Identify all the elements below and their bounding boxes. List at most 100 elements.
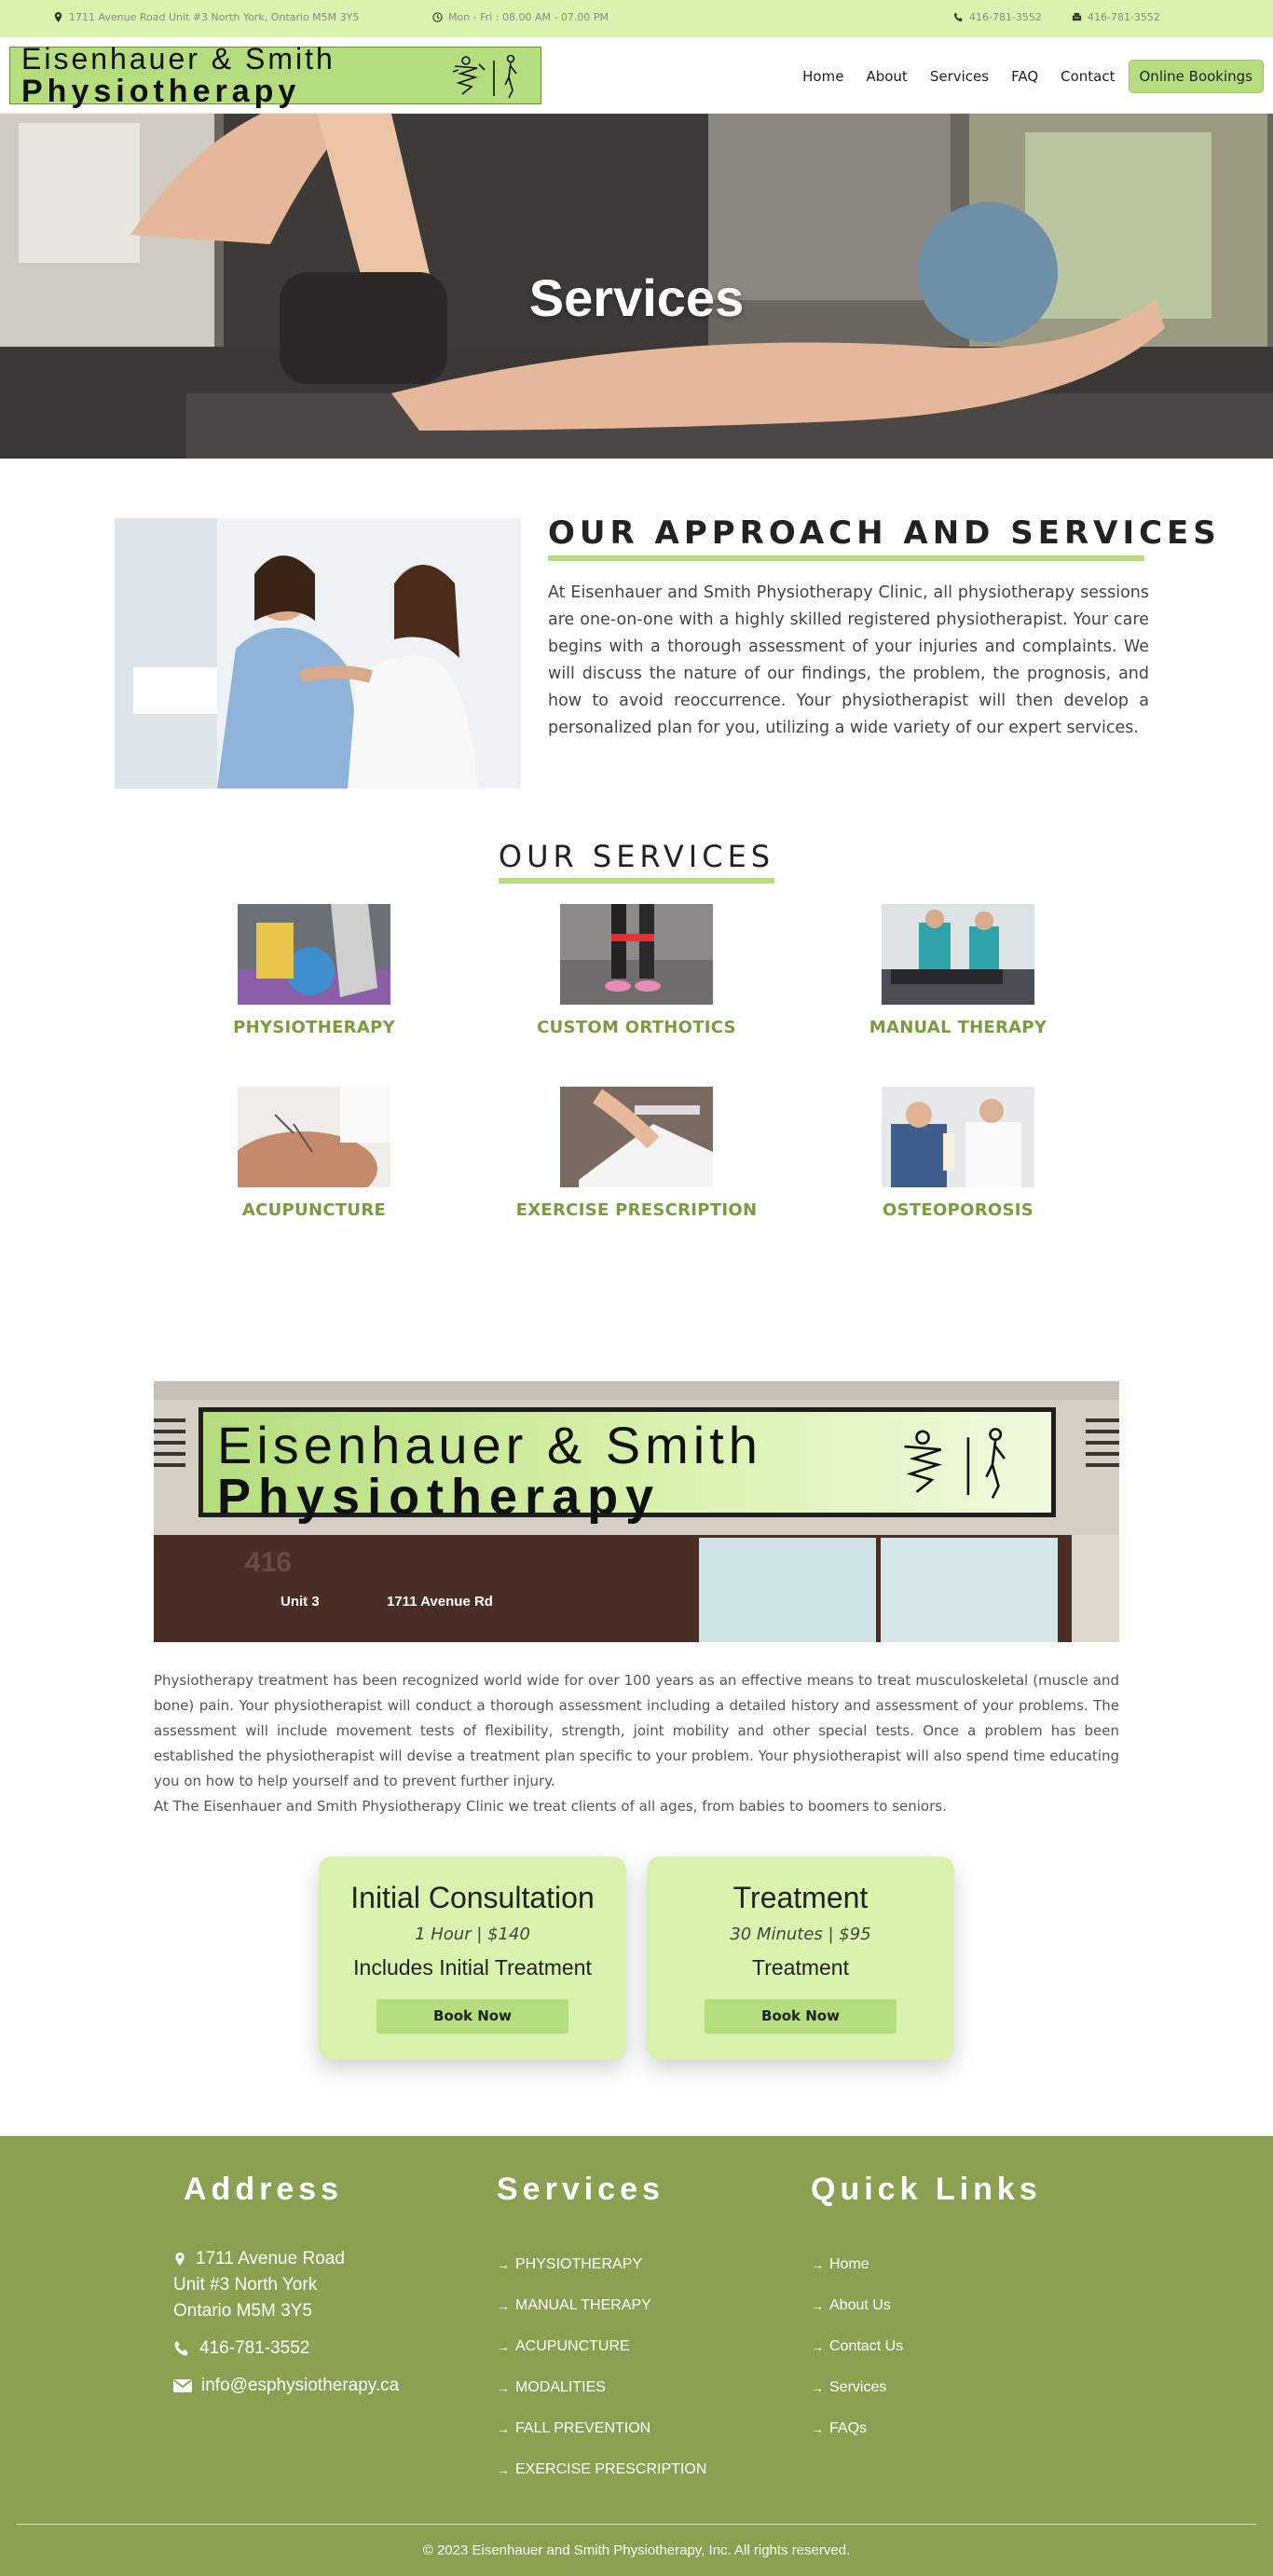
footer-phone[interactable]: 416-781-3552 [199,2336,309,2362]
custom-orthotics-thumbnail[interactable] [560,904,713,1005]
service-label[interactable]: OSTEOPOROSIS [809,1200,1107,1220]
topbar-fax[interactable]: 416-781-3552 [1072,11,1160,23]
service-card-acupuncture[interactable]: ACUPUNCTURE [165,1087,463,1220]
storefront-sign: Eisenhauer & Smith Physiotherapy [198,1407,1056,1522]
footer-service-link[interactable]: → ACUPUNCTURE [497,2326,706,2367]
exercise-prescription-thumbnail[interactable] [560,1087,713,1187]
book-now-button[interactable]: Book Now [705,1999,897,2034]
footer-service-link[interactable]: → MODALITIES [497,2367,706,2408]
logo-figures-icon [452,54,517,99]
service-label[interactable]: EXERCISE PRESCRIPTION [487,1200,786,1220]
pricing-card-duration-price: 30 Minutes | $95 [730,1925,871,1944]
arrow-right-icon: → [497,2257,510,2272]
logo-line-1: Eisenhauer & Smith [21,42,335,75]
pricing-card-includes: Includes Initial Treatment [353,1955,592,1980]
footer-quick-link[interactable]: → FAQs [811,2408,903,2449]
footer-service-link[interactable]: → MANUAL THERAPY [497,2285,706,2326]
approach-description: At Eisenhauer and Smith Physiotherapy Cl… [548,583,1149,737]
footer-link-label[interactable]: Home [829,2256,869,2273]
footer-link-label[interactable]: FAQs [829,2420,867,2437]
footer-service-label[interactable]: PHYSIOTHERAPY [515,2256,642,2273]
footer-link-label[interactable]: Services [829,2379,886,2396]
site-logo[interactable]: Eisenhauer & Smith Physiotherapy [9,42,541,109]
footer-service-label[interactable]: FALL PREVENTION [515,2420,650,2437]
service-label[interactable]: MANUAL THERAPY [809,1018,1107,1037]
physiotherapy-description: Physiotherapy treatment has been recogni… [154,1668,1119,1819]
phone-icon [953,12,963,22]
service-card-custom-orthotics[interactable]: CUSTOM ORTHOTICS [487,904,786,1037]
physiotherapy-thumbnail[interactable] [238,904,390,1005]
footer-email-row[interactable]: info@esphysiotherapy.ca [173,2373,399,2399]
topbar-fax-text[interactable]: 416-781-3552 [1088,11,1160,23]
service-label[interactable]: CUSTOM ORTHOTICS [487,1018,786,1037]
footer-service-link[interactable]: → FALL PREVENTION [497,2408,706,2449]
footer-quick-link[interactable]: → Services [811,2367,903,2408]
nav-about[interactable]: About [855,61,918,92]
footer-quick-link[interactable]: → Home [811,2244,903,2285]
nav-home[interactable]: Home [791,61,855,92]
footer-service-label[interactable]: ACUPUNCTURE [515,2338,630,2355]
description-paragraph-2: At The Eisenhauer and Smith Physiotherap… [154,1798,947,1815]
arrow-right-icon: → [497,2421,510,2436]
pricing-card-title: Treatment [732,1881,869,1914]
footer-address-line-2: Unit #3 North York [173,2275,318,2295]
approach-photo [115,518,521,788]
pricing-section: Initial Consultation 1 Hour | $140 Inclu… [0,1857,1273,2136]
footer-quick-link[interactable]: → Contact Us [811,2326,903,2367]
footer-divider [17,2524,1256,2525]
book-now-button[interactable]: Book Now [376,1999,568,2034]
logo-line-2: Physiotherapy [21,74,301,109]
topbar-address: 1711 Avenue Road Unit #3 North York, Ont… [53,11,359,23]
footer-service-label[interactable]: EXERCISE PRESCRIPTION [515,2461,706,2478]
fax-icon [1072,12,1082,21]
footer-link-label[interactable]: About Us [829,2297,891,2314]
footer-address-block: 1711 Avenue Road Unit #3 North York Onta… [173,2246,399,2399]
pricing-card-title: Initial Consultation [350,1881,595,1914]
arrow-right-icon: → [811,2339,824,2354]
topbar-phone-text[interactable]: 416-781-3552 [969,11,1042,23]
footer-service-link[interactable]: → EXERCISE PRESCRIPTION [497,2449,706,2490]
envelope-icon [173,2379,192,2392]
topbar-phone[interactable]: 416-781-3552 [953,11,1042,23]
service-label[interactable]: ACUPUNCTURE [165,1200,463,1220]
footer-quick-link[interactable]: → About Us [811,2285,903,2326]
description-paragraph-1: Physiotherapy treatment has been recogni… [154,1672,1119,1789]
page-title: Services [528,268,745,327]
topbar-hours-text: Mon - Fri : 08.00 AM - 07.00 PM [448,11,609,23]
footer-email[interactable]: info@esphysiotherapy.ca [201,2373,399,2399]
clinic-storefront-photo: Eisenhauer & Smith Physiotherapy 416 Uni… [154,1381,1119,1642]
approach-heading-text: OUR APPROACH AND SERVICES [548,514,1221,552]
arrow-right-icon: → [497,2462,510,2477]
arrow-right-icon: → [811,2298,824,2313]
pricing-card-initial-consultation: Initial Consultation 1 Hour | $140 Inclu… [319,1857,626,2060]
online-bookings-button[interactable]: Online Bookings [1128,60,1264,93]
footer-services-list: → PHYSIOTHERAPY → MANUAL THERAPY → ACUPUNCT… [497,2244,706,2490]
footer-link-label[interactable]: Contact Us [829,2338,903,2355]
footer-service-label[interactable]: MANUAL THERAPY [515,2297,651,2314]
arrow-right-icon: → [811,2257,824,2272]
storefront-street: 1711 Avenue Rd [387,1594,493,1610]
footer-address-heading: Address [184,2172,344,2207]
footer-services-heading: Services [497,2172,664,2207]
footer-service-link[interactable]: → PHYSIOTHERAPY [497,2244,706,2285]
map-pin-icon [175,2253,185,2266]
service-card-manual-therapy[interactable]: MANUAL THERAPY [809,904,1107,1037]
storefront-unit: Unit 3 [281,1594,320,1610]
service-card-physiotherapy[interactable]: PHYSIOTHERAPY [165,904,463,1037]
map-pin-icon [54,12,62,22]
nav-contact[interactable]: Contact [1049,61,1126,92]
manual-therapy-thumbnail[interactable] [882,904,1034,1005]
arrow-right-icon: → [497,2298,510,2313]
site-header: Eisenhauer & Smith Physiotherapy Home Ab… [0,37,1273,114]
footer-phone-row[interactable]: 416-781-3552 [173,2336,399,2362]
nav-services[interactable]: Services [919,61,1000,92]
service-label[interactable]: PHYSIOTHERAPY [165,1018,463,1037]
approach-section: OUR APPROACH AND SERVICES At Eisenhauer … [0,459,1273,822]
service-card-exercise-prescription[interactable]: EXERCISE PRESCRIPTION [487,1087,786,1220]
nav-faq[interactable]: FAQ [1000,61,1049,92]
footer-service-label[interactable]: MODALITIES [515,2379,606,2396]
osteoporosis-thumbnail[interactable] [882,1087,1034,1187]
acupuncture-thumbnail[interactable] [238,1087,390,1187]
arrow-right-icon: → [811,2380,824,2395]
service-card-osteoporosis[interactable]: OSTEOPOROSIS [809,1087,1107,1220]
